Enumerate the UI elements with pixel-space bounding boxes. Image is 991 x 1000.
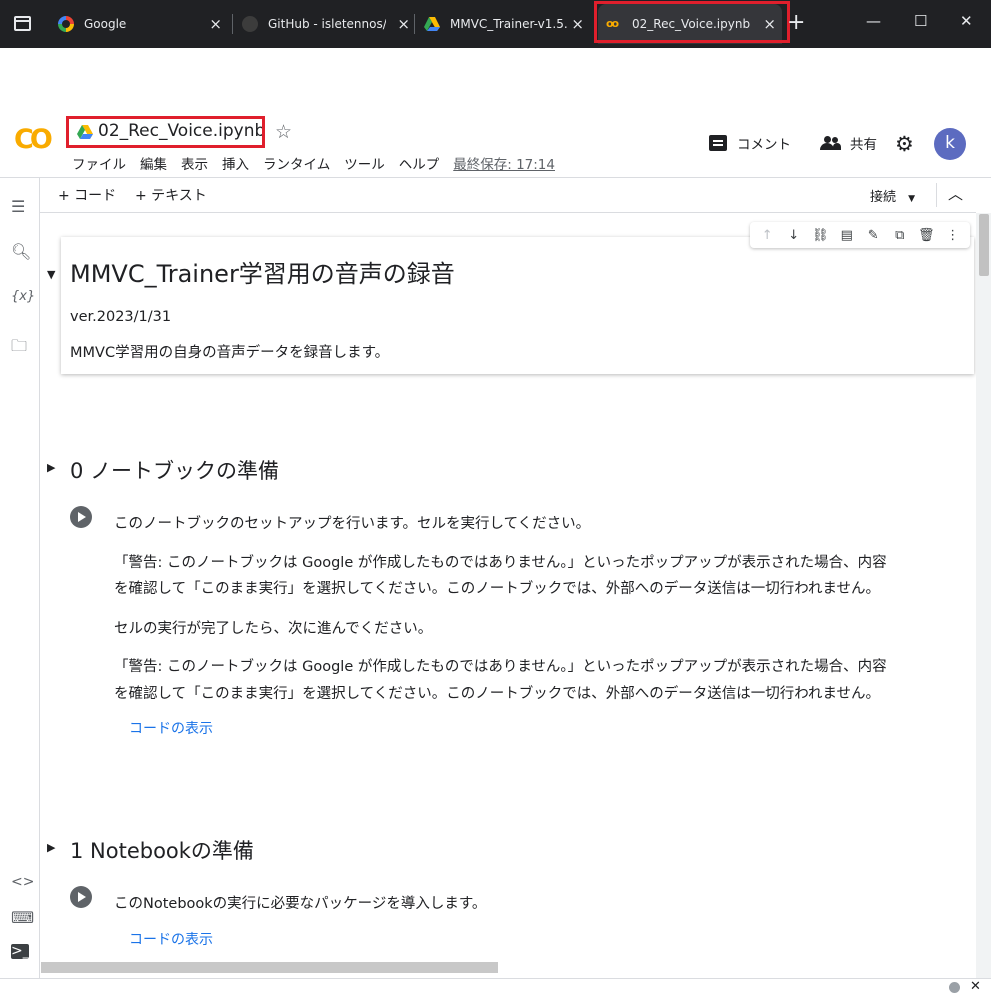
vertical-scrollbar-thumb[interactable]: [979, 214, 989, 276]
close-tab-icon[interactable]: ×: [571, 15, 584, 33]
chevron-down-icon: ▼: [908, 194, 916, 204]
people-icon: [820, 136, 841, 150]
variables-icon[interactable]: {x}: [11, 289, 35, 304]
section0-warning-b2: を確認して「このまま実行」を選択してください。このノートブックでは、外部へのデー…: [114, 686, 881, 702]
minimize-icon[interactable]: —: [866, 12, 881, 30]
menu-file[interactable]: ファイル: [72, 153, 126, 173]
browser-tab-google[interactable]: Google ×: [58, 8, 228, 40]
comment-label: コメント: [737, 137, 791, 153]
menu-tools[interactable]: ツール: [344, 153, 385, 173]
last-saved[interactable]: 最終保存: 17:14: [453, 153, 555, 173]
close-tab-icon[interactable]: ×: [209, 15, 222, 33]
connect-button[interactable]: 接続 ▼: [870, 186, 915, 205]
chevron-up-icon[interactable]: ︿: [948, 183, 963, 204]
star-icon[interactable]: ☆: [275, 121, 292, 143]
vertical-scrollbar[interactable]: [976, 213, 991, 978]
add-code-button[interactable]: + コード: [58, 185, 116, 205]
toolbar-divider-line: [40, 212, 976, 213]
show-code-link-0[interactable]: コードの表示: [129, 718, 213, 738]
add-text-button[interactable]: + テキスト: [135, 185, 207, 205]
code-snippets-icon[interactable]: <>: [11, 874, 34, 890]
status-bar: [0, 978, 991, 1000]
section0-warning-a2: を確認して「このまま実行」を選択してください。このノートブックでは、外部へのデー…: [114, 581, 881, 597]
section-heading-1: 1 Notebookの準備: [70, 839, 254, 863]
more-icon[interactable]: ⋮: [943, 228, 963, 243]
share-button[interactable]: 共有: [820, 133, 877, 153]
command-palette-icon[interactable]: ⌨: [11, 908, 34, 927]
share-label: 共有: [850, 137, 877, 153]
expand-caret-icon[interactable]: ▶: [47, 841, 55, 854]
connect-label: 接続: [870, 190, 897, 205]
header-divider: [0, 177, 991, 178]
link-icon[interactable]: ⛓: [810, 228, 830, 243]
section0-text-2: セルの実行が完了したら、次に進んでください。: [114, 621, 433, 637]
colab-logo[interactable]: CO: [14, 124, 53, 155]
section0-text-1: このノートブックのセットアップを行います。セルを実行してください。: [114, 516, 591, 532]
move-down-icon[interactable]: ↓: [784, 228, 804, 243]
close-status-icon[interactable]: ✕: [970, 979, 981, 994]
browser-tab-drive[interactable]: MMVC_Trainer-v1.5.0. ×: [424, 8, 590, 40]
page-title: MMVC_Trainer学習用の音声の録音: [70, 260, 455, 288]
github-icon: [242, 16, 258, 32]
show-code-link-1[interactable]: コードの表示: [129, 929, 213, 949]
folder-icon[interactable]: 🗀: [11, 335, 27, 362]
comment-button[interactable]: コメント: [709, 133, 791, 153]
tab-divider: [232, 14, 233, 34]
address-bar-area: [0, 48, 991, 118]
description-text: MMVC学習用の自身の音声データを録音します。: [70, 345, 390, 361]
close-window-icon[interactable]: ✕: [960, 12, 973, 30]
menu-view[interactable]: 表示: [181, 153, 208, 173]
toc-icon[interactable]: ☰: [11, 197, 25, 216]
toolbar-divider: [936, 183, 937, 207]
tab-divider: [414, 14, 415, 34]
horizontal-scrollbar-thumb[interactable]: [41, 962, 498, 973]
menu-bar: ファイル 編集 表示 挿入 ランタイム ツール ヘルプ 最終保存: 17:14: [72, 153, 555, 173]
menu-edit[interactable]: 編集: [140, 153, 167, 173]
section-heading-0: 0 ノートブックの準備: [70, 459, 280, 483]
expand-caret-icon[interactable]: ▶: [47, 461, 55, 474]
google-drive-icon: [424, 17, 440, 31]
comment-icon: [709, 135, 727, 151]
status-dot-icon: [949, 982, 960, 993]
delete-icon[interactable]: 🗑︎: [916, 228, 936, 243]
collapse-caret-icon[interactable]: ▼: [47, 268, 55, 281]
highlight-box-tab: [594, 1, 790, 43]
maximize-icon[interactable]: ☐: [914, 12, 927, 30]
menu-insert[interactable]: 挿入: [222, 153, 249, 173]
avatar[interactable]: k: [934, 128, 966, 160]
gear-icon[interactable]: ⚙: [895, 132, 914, 156]
browser-tab-github[interactable]: GitHub - isletennos/M ×: [242, 8, 416, 40]
section0-warning-a1: 「警告: このノートブックは Google が作成したものではありません。」とい…: [114, 555, 887, 571]
edit-icon[interactable]: ✎: [863, 228, 883, 243]
search-icon[interactable]: 🔍︎: [11, 242, 31, 261]
menu-help[interactable]: ヘルプ: [399, 153, 440, 173]
run-cell-icon[interactable]: [70, 886, 92, 908]
version-text: ver.2023/1/31: [70, 309, 172, 325]
move-up-icon[interactable]: ↑: [757, 228, 777, 243]
cell-toolbar: ↑ ↓ ⛓ ▤ ✎ ⧉ 🗑︎ ⋮: [750, 222, 970, 248]
comment-icon[interactable]: ▤: [837, 228, 857, 243]
run-cell-icon[interactable]: [70, 506, 92, 528]
terminal-icon[interactable]: >_: [11, 944, 30, 959]
menu-runtime[interactable]: ランタイム: [263, 153, 330, 173]
section0-warning-b1: 「警告: このノートブックは Google が作成したものではありません。」とい…: [114, 659, 887, 675]
section1-text-1: このNotebookの実行に必要なパッケージを導入します。: [114, 896, 487, 912]
google-icon: [58, 16, 74, 32]
new-tab-button[interactable]: +: [787, 10, 805, 35]
mirror-cell-icon[interactable]: ⧉: [890, 228, 910, 243]
tab-search-icon[interactable]: [14, 16, 31, 31]
highlight-box-title: [66, 116, 265, 148]
close-tab-icon[interactable]: ×: [397, 15, 410, 33]
